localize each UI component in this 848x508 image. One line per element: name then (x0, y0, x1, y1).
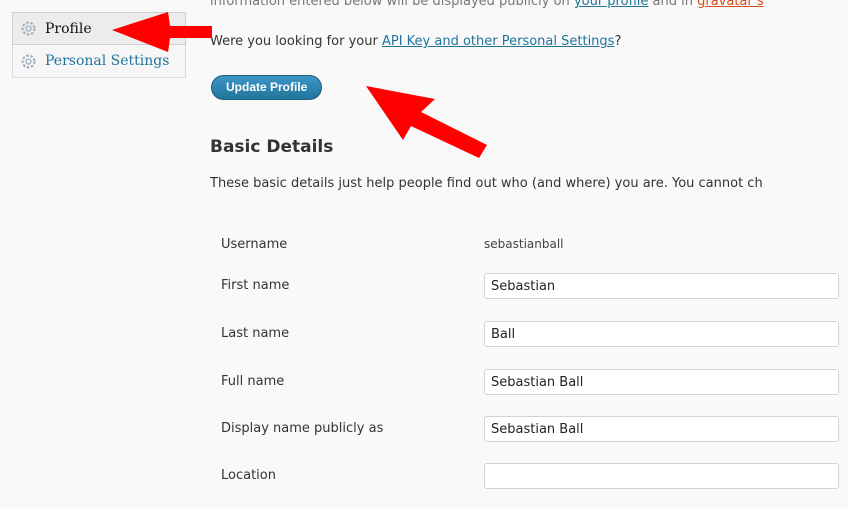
red-arrow-update-button (366, 86, 487, 158)
annotation-arrows (112, 12, 487, 158)
red-arrow-profile (112, 12, 212, 52)
